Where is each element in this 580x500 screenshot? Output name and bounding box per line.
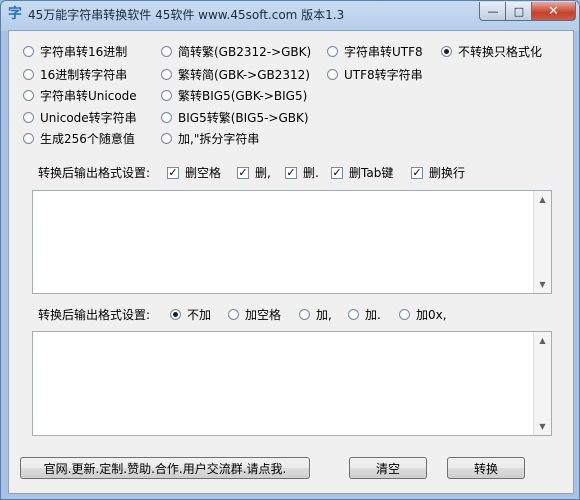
radio-button[interactable] xyxy=(23,69,34,80)
conversion-option-label: BIG5转繁(BIG5->GBK) xyxy=(178,111,309,125)
window-title: 45万能字符串转换软件 45软件 www.45soft.com 版本1.3 xyxy=(28,8,345,22)
radio-button[interactable] xyxy=(161,46,172,57)
checkbox-label: 删Tab键 xyxy=(349,166,394,180)
radio-button[interactable] xyxy=(161,112,172,123)
maximize-button[interactable]: □ xyxy=(505,2,533,21)
scroll-down-arrow-icon[interactable]: ▼ xyxy=(534,418,551,435)
conversion-option-label: 简转繁(GB2312->GBK) xyxy=(178,45,312,59)
conversion-option-label: 繁转简(GBK->GB2312) xyxy=(178,68,310,82)
radio-button[interactable] xyxy=(23,133,34,144)
radio-button[interactable] xyxy=(23,90,34,101)
output-format-option-label: 加空格 xyxy=(245,308,282,322)
format-checkbox-option[interactable]: ✓ 删, xyxy=(237,164,271,181)
conversion-option-label: 16进制转字符串 xyxy=(40,68,128,82)
close-icon: ✕ xyxy=(548,3,559,19)
check-mark-icon: ✓ xyxy=(238,165,248,179)
format-checkbox-option[interactable]: ✓ 删空格 xyxy=(167,164,221,181)
minimize-icon: — xyxy=(487,4,499,18)
conversion-option[interactable]: 16进制转字符串 xyxy=(23,66,127,83)
website-button[interactable]: 官网.更新.定制.赞助.合作.用户交流群.请点我. xyxy=(20,457,310,479)
output-format-option-label: 加, xyxy=(316,308,332,322)
radio-button[interactable] xyxy=(228,309,239,320)
output-format-option-label: 加. xyxy=(365,308,381,322)
radio-button[interactable] xyxy=(161,133,172,144)
maximize-icon: □ xyxy=(513,4,525,18)
output-format-option[interactable]: 加空格 xyxy=(228,306,281,323)
conversion-option[interactable]: BIG5转繁(BIG5->GBK) xyxy=(161,109,309,126)
minimize-button[interactable]: — xyxy=(479,2,507,21)
conversion-option-label: 字符串转Unicode xyxy=(40,89,137,103)
radio-button[interactable] xyxy=(327,46,338,57)
conversion-option[interactable]: 字符串转UTF8 xyxy=(327,43,423,60)
conversion-option-label: 字符串转UTF8 xyxy=(344,45,423,59)
app-window: 字 45万能字符串转换软件 45软件 www.45soft.com 版本1.3 … xyxy=(0,0,580,500)
conversion-option[interactable]: 字符串转Unicode xyxy=(23,87,137,104)
radio-button[interactable] xyxy=(161,69,172,80)
scroll-up-arrow-icon[interactable]: ▲ xyxy=(534,191,551,208)
radio-button[interactable] xyxy=(23,46,34,57)
output-format-option[interactable]: 加. xyxy=(348,306,381,323)
checkbox-label: 删空格 xyxy=(185,166,222,180)
convert-button[interactable]: 转换 xyxy=(447,457,525,479)
conversion-option[interactable]: 生成256个随意值 xyxy=(23,130,135,147)
radio-button[interactable] xyxy=(161,90,172,101)
output-textarea[interactable]: ▲ ▼ xyxy=(32,331,552,436)
conversion-option-label: UTF8转字符串 xyxy=(344,68,423,82)
output-format-option-label: 加0x, xyxy=(416,308,447,322)
output-format-option[interactable]: 加0x, xyxy=(399,306,447,323)
radio-button[interactable] xyxy=(23,112,34,123)
conversion-option[interactable]: 繁转BIG5(GBK->BIG5) xyxy=(161,87,307,104)
radio-button[interactable] xyxy=(399,309,410,320)
conversion-option[interactable]: UTF8转字符串 xyxy=(327,66,423,83)
checkbox[interactable]: ✓ xyxy=(167,165,179,179)
conversion-option[interactable]: Unicode转字符串 xyxy=(23,109,137,126)
conversion-option-label: 加,"拆分字符串 xyxy=(178,132,260,146)
checkbox[interactable]: ✓ xyxy=(237,165,249,179)
output-format-label: 转换后输出格式设置: xyxy=(38,308,151,322)
radio-button[interactable] xyxy=(441,46,452,57)
input-scrollbar[interactable]: ▲ ▼ xyxy=(533,191,551,293)
check-mark-icon: ✓ xyxy=(412,165,422,179)
conversion-option-label: 生成256个随意值 xyxy=(40,132,135,146)
radio-button[interactable] xyxy=(299,309,310,320)
clear-button[interactable]: 清空 xyxy=(349,457,427,479)
conversion-option[interactable]: 不转换只格式化 xyxy=(441,43,542,60)
check-mark-icon: ✓ xyxy=(286,165,296,179)
conversion-option[interactable]: 字符串转16进制 xyxy=(23,43,127,60)
conversion-option[interactable]: 简转繁(GB2312->GBK) xyxy=(161,43,311,60)
scroll-up-arrow-icon[interactable]: ▲ xyxy=(534,332,551,349)
format-checkbox-option[interactable]: ✓ 删. xyxy=(285,164,319,181)
format-checkbox-option[interactable]: ✓ 删换行 xyxy=(411,164,465,181)
checkbox[interactable]: ✓ xyxy=(331,165,343,179)
conversion-option[interactable]: 繁转简(GBK->GB2312) xyxy=(161,66,310,83)
close-button[interactable]: ✕ xyxy=(531,2,576,21)
client-area: 字符串转16进制 16进制转字符串 字符串转Unicode Unicode转字符串 生成… xyxy=(8,30,574,494)
conversion-option[interactable]: 加,"拆分字符串 xyxy=(161,130,259,147)
conversion-option-label: 不转换只格式化 xyxy=(458,45,543,59)
radio-button[interactable] xyxy=(170,309,181,320)
checkbox[interactable]: ✓ xyxy=(411,165,423,179)
checkbox-label: 删. xyxy=(303,166,319,180)
scroll-down-arrow-icon[interactable]: ▼ xyxy=(534,276,551,293)
checkbox-label: 删, xyxy=(255,166,271,180)
output-format-option-label: 不加 xyxy=(187,308,212,322)
conversion-option-label: Unicode转字符串 xyxy=(40,111,137,125)
radio-button[interactable] xyxy=(348,309,359,320)
input-textarea[interactable]: ▲ ▼ xyxy=(32,190,552,294)
conversion-option-label: 字符串转16进制 xyxy=(40,45,128,59)
output-scrollbar[interactable]: ▲ ▼ xyxy=(533,332,551,435)
input-format-label: 转换后输出格式设置: xyxy=(38,166,151,180)
check-mark-icon: ✓ xyxy=(332,165,342,179)
radio-button[interactable] xyxy=(327,69,338,80)
app-icon: 字 xyxy=(8,6,22,22)
checkbox-label: 删换行 xyxy=(429,166,466,180)
output-format-option[interactable]: 不加 xyxy=(170,306,211,323)
check-mark-icon: ✓ xyxy=(168,165,178,179)
format-checkbox-option[interactable]: ✓ 删Tab键 xyxy=(331,164,393,181)
output-format-option[interactable]: 加, xyxy=(299,306,332,323)
title-bar[interactable]: 字 45万能字符串转换软件 45软件 www.45soft.com 版本1.3 … xyxy=(1,1,579,27)
checkbox[interactable]: ✓ xyxy=(285,165,297,179)
conversion-option-label: 繁转BIG5(GBK->BIG5) xyxy=(178,89,308,103)
